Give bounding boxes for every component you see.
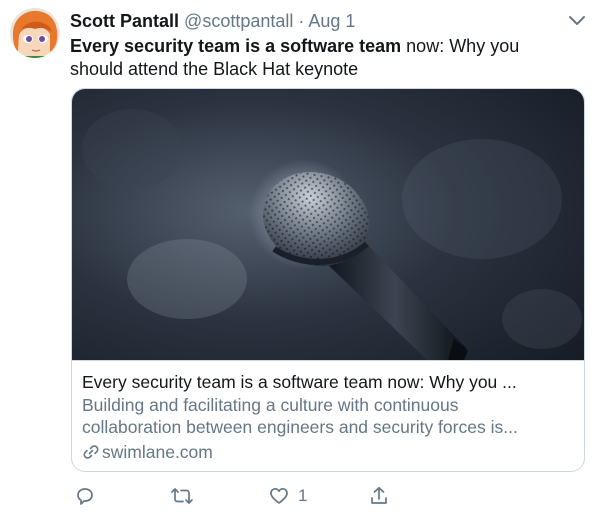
tweet-actions: 1 [72,484,392,508]
heart-icon [270,487,288,504]
card-domain[interactable]: swimlane.com [82,441,213,463]
microphone-image [72,89,584,360]
share-icon [371,486,387,504]
card-description-line: collaboration between engineers and secu… [82,417,518,437]
card-description: Building and facilitating a culture with… [82,394,577,438]
link-card[interactable]: Every security team is a software team n… [71,88,585,472]
card-title[interactable]: Every security team is a software team n… [82,371,577,393]
user-handle[interactable]: @scottpantall [184,11,293,31]
tweet[interactable]: Scott Pantall @scottpantall · Aug 1 Ever… [0,0,596,518]
chevron-down-icon[interactable] [568,14,586,28]
like-count: 1 [298,486,308,505]
separator-dot: · [298,11,305,31]
card-body[interactable]: Every security team is a software team n… [72,360,584,471]
card-description-line: Building and facilitating a culture with… [82,395,459,415]
tweet-text-bold: Every security team is a software team [70,36,402,56]
tweet-date[interactable]: Aug 1 [308,11,355,31]
retweet-button[interactable] [170,484,194,508]
reply-icon [77,488,93,505]
avatar[interactable] [10,8,60,58]
link-icon [83,445,99,459]
retweet-icon [171,488,193,504]
tweet-text: Every security team is a software team n… [70,35,575,81]
avatar-image [10,8,60,58]
reply-button[interactable] [74,484,96,508]
share-button[interactable] [368,484,390,508]
display-name[interactable]: Scott Pantall [70,11,179,31]
card-image[interactable] [72,89,584,360]
tweet-header: Scott Pantall @scottpantall · Aug 1 [70,10,570,32]
card-domain-text[interactable]: swimlane.com [102,441,213,463]
like-button[interactable]: 1 [268,484,307,508]
